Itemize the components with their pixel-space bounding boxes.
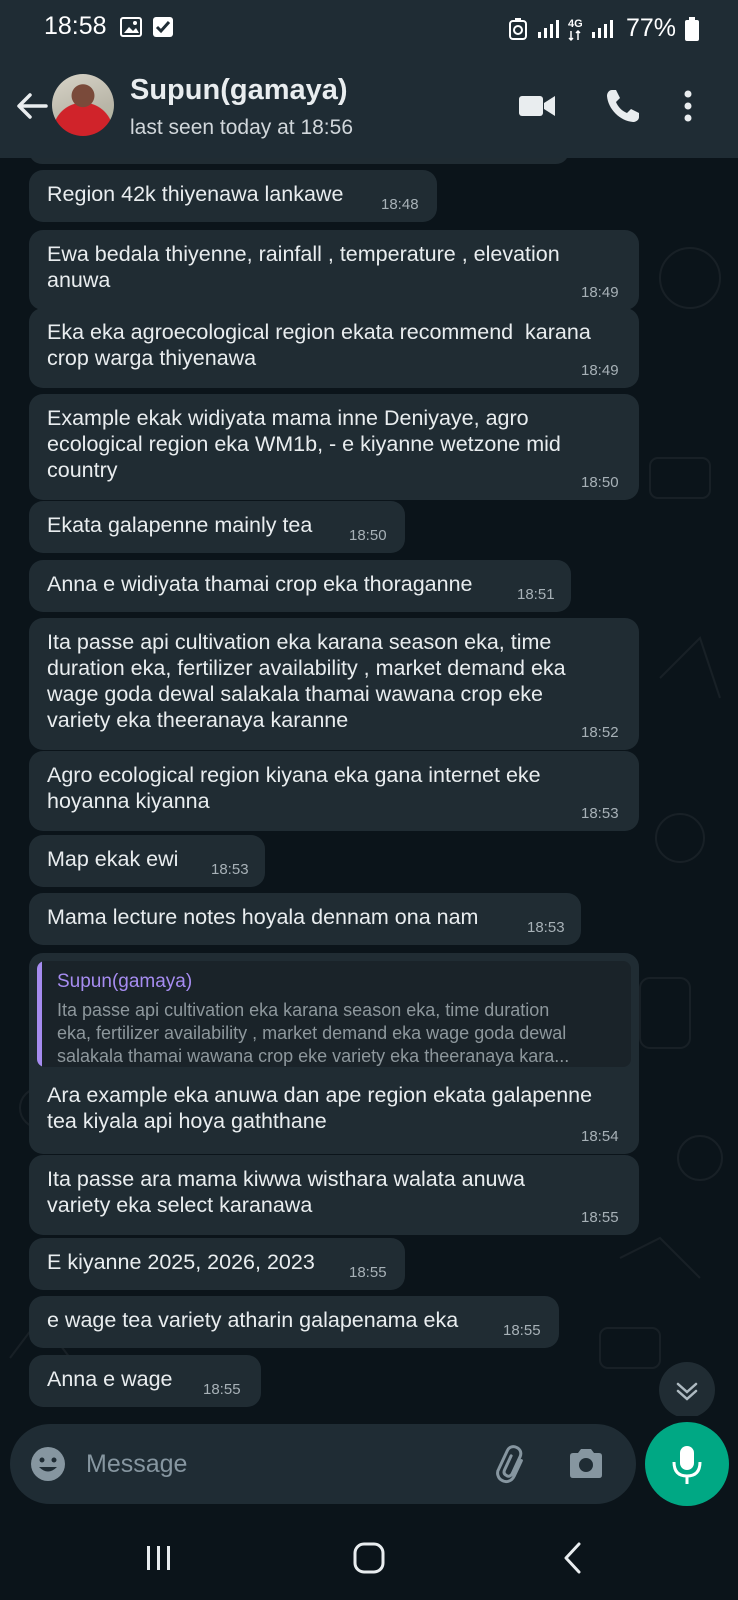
message-text: E kiyanne 2025, 2026, 2023 (47, 1250, 315, 1274)
message-timestamp: 18:55 (349, 1264, 387, 1281)
message-bubble[interactable]: Mama lecture notes hoyala dennam ona nam… (29, 893, 581, 945)
contact-avatar[interactable] (52, 74, 114, 136)
4g-signal-icon: 4G (568, 18, 613, 41)
camera-icon[interactable] (566, 1444, 606, 1484)
message-text: Ekata galapenne mainly tea (47, 513, 313, 537)
message-timestamp: 18:52 (581, 724, 619, 741)
message-text: Anna e widiyata thamai crop eka thoragan… (47, 572, 473, 596)
attach-icon[interactable] (492, 1444, 532, 1484)
system-nav-bar (0, 1516, 738, 1600)
message-timestamp: 18:50 (581, 474, 619, 491)
message-timestamp: 18:54 (581, 1128, 619, 1145)
contact-name[interactable]: Supun(gamaya) (130, 74, 348, 107)
signal-icon (537, 19, 559, 38)
message-timestamp: 18:51 (517, 586, 555, 603)
message-bubble[interactable]: Agro ecological region kiyana eka gana i… (29, 751, 639, 831)
chat-area[interactable]: Region 42k thiyenawa lankawe 18:48 Ewa bed… (0, 158, 738, 1416)
voice-record-button[interactable] (645, 1422, 729, 1506)
battery-percentage: 77% (625, 14, 676, 42)
message-text: Ewa bedala thiyenne, rainfall , temperat… (47, 242, 560, 292)
message-bubble[interactable]: Ita passe api cultivation eka karana sea… (29, 618, 639, 750)
message-timestamp: 18:49 (581, 362, 619, 379)
message-text: Agro ecological region kiyana eka gana i… (47, 763, 541, 813)
message-bubble[interactable]: Supun(gamaya) Ita passe api cultivation e… (29, 953, 639, 1154)
contact-last-seen: last seen today at 18:56 (130, 116, 353, 139)
message-timestamp: 18:48 (381, 196, 419, 213)
message-timestamp: 18:55 (581, 1209, 619, 1226)
recycle-icon (508, 17, 527, 40)
back-icon[interactable] (550, 1534, 598, 1582)
svg-text:4G: 4G (568, 18, 583, 30)
checkbox-icon (153, 17, 173, 37)
message-bubble[interactable]: Region 42k thiyenawa lankawe 18:48 (29, 170, 437, 222)
message-bubble[interactable]: Eka eka agroecological region ekata reco… (29, 308, 639, 388)
message-text: Map ekak ewi (47, 847, 179, 871)
composer-bar (10, 1424, 636, 1504)
message-bubble[interactable]: E kiyanne 2025, 2026, 2023 18:55 (29, 1238, 405, 1290)
message-text: Example ekak widiyata mama inne Deniyaye… (47, 406, 561, 482)
battery-icon (685, 16, 699, 41)
gallery-icon (120, 17, 142, 37)
message-bubble[interactable]: Anna e wage 18:55 (29, 1355, 261, 1407)
back-arrow-icon[interactable] (12, 86, 52, 126)
quote-accent-bar (37, 961, 42, 1067)
message-timestamp: 18:50 (349, 527, 387, 544)
scroll-to-bottom-button[interactable] (659, 1362, 715, 1416)
home-icon[interactable] (345, 1534, 393, 1582)
video-call-icon[interactable] (517, 86, 557, 126)
recent-apps-icon[interactable] (135, 1534, 183, 1582)
more-vert-icon[interactable] (678, 86, 698, 126)
quote-author: Supun(gamaya) (57, 971, 193, 992)
message-timestamp: 18:53 (581, 805, 619, 822)
message-text: Ita passe ara mama kiwwa wisthara walata… (47, 1167, 525, 1217)
message-text: Eka eka agroecological region ekata reco… (47, 320, 591, 370)
message-bubble[interactable]: Anna e widiyata thamai crop eka thoragan… (29, 560, 571, 612)
message-timestamp: 18:55 (203, 1381, 241, 1398)
quoted-message[interactable]: Supun(gamaya) Ita passe api cultivation e… (37, 961, 631, 1067)
message-bubble[interactable]: Ewa bedala thiyenne, rainfall , temperat… (29, 230, 639, 310)
phone-icon[interactable] (603, 86, 643, 126)
chat-header: Supun(gamaya) last seen today at 18:56 (0, 56, 738, 158)
message-text: Ara example eka anuwa dan ape region eka… (47, 1083, 593, 1133)
mic-icon (672, 1446, 702, 1484)
message-bubble[interactable]: Example ekak widiyata mama inne Deniyaye… (29, 394, 639, 500)
message-text: Ita passe api cultivation eka karana sea… (47, 630, 566, 732)
message-bubble[interactable]: Map ekak ewi 18:53 (29, 835, 265, 887)
status-right-icons: 4G 77% (508, 14, 700, 43)
message-text: Mama lecture notes hoyala dennam ona nam (47, 905, 479, 929)
quote-text: Ita passe api cultivation eka karana sea… (57, 1000, 570, 1066)
message-timestamp: 18:55 (503, 1322, 541, 1339)
message-text: Region 42k thiyenawa lankawe (47, 182, 344, 206)
message-text: Anna e wage (47, 1367, 173, 1391)
message-timestamp: 18:53 (211, 861, 249, 878)
message-timestamp: 18:49 (581, 284, 619, 301)
message-bubble[interactable]: Ita passe ara mama kiwwa wisthara walata… (29, 1155, 639, 1235)
emoji-icon[interactable] (28, 1444, 68, 1484)
message-bubble[interactable]: e wage tea variety atharin galapenama ek… (29, 1296, 559, 1348)
status-left-icons (120, 16, 174, 38)
status-bar: 18:58 4G 77% (0, 0, 738, 56)
message-bubble-partial[interactable] (29, 158, 569, 164)
message-timestamp: 18:53 (527, 919, 565, 936)
status-time: 18:58 (44, 12, 107, 40)
message-bubble[interactable]: Ekata galapenne mainly tea 18:50 (29, 501, 405, 553)
chevron-double-down-icon (676, 1382, 698, 1401)
message-input[interactable] (86, 1445, 466, 1483)
message-text: e wage tea variety atharin galapenama ek… (47, 1308, 459, 1332)
